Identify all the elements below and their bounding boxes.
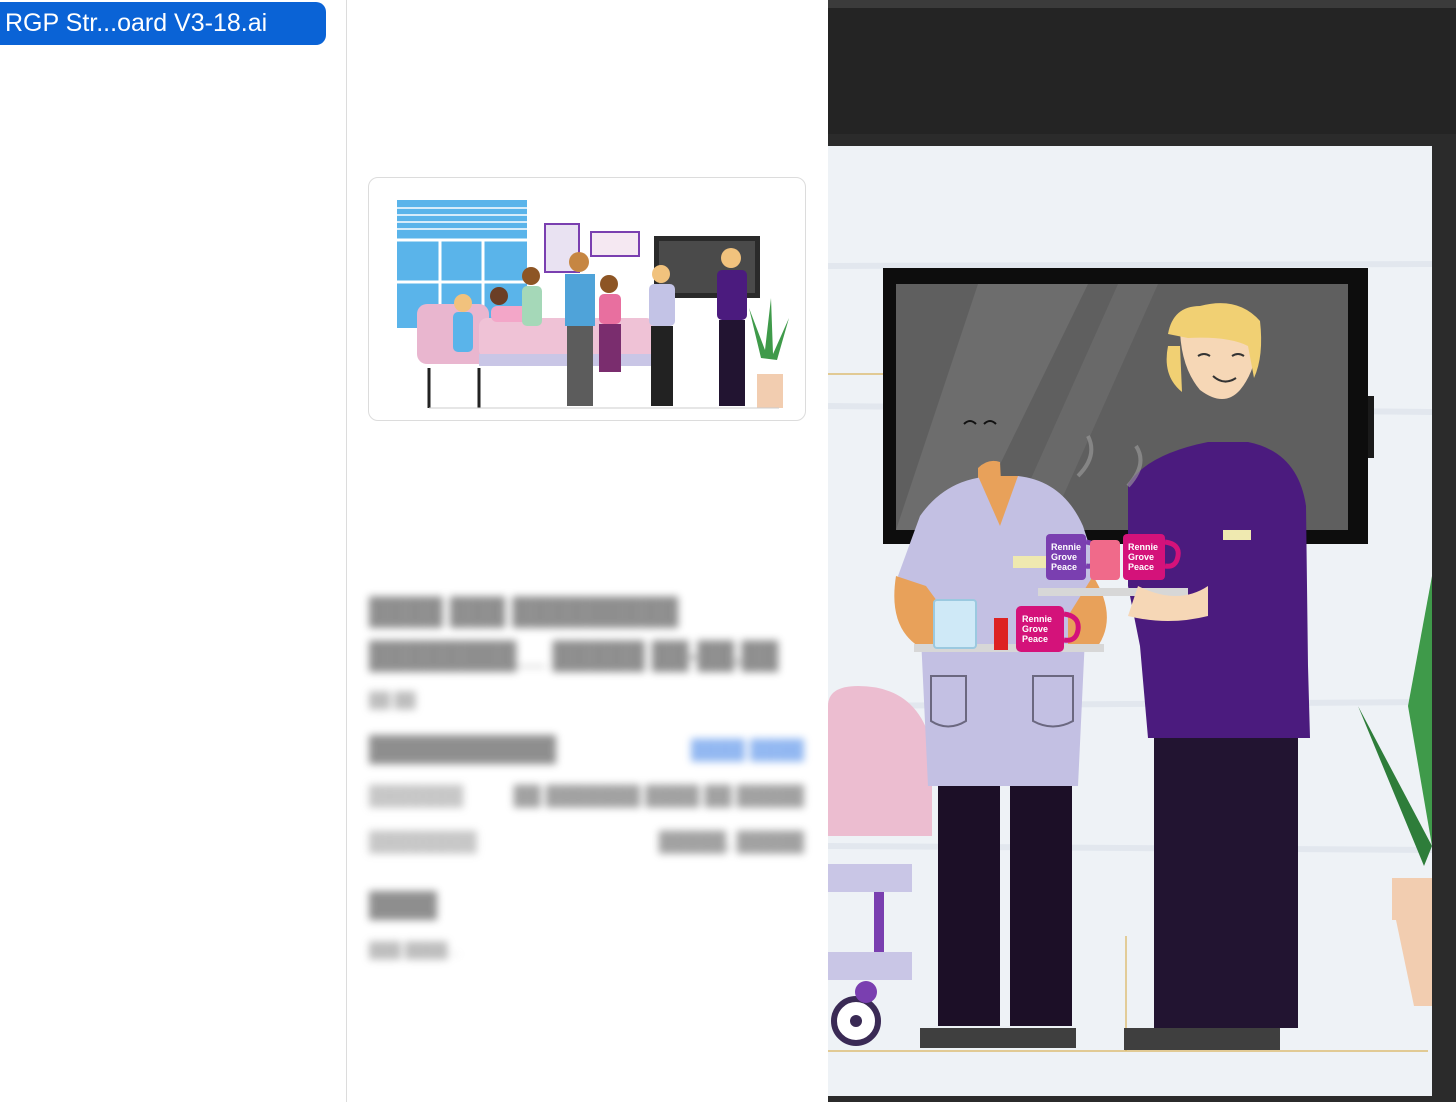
svg-text:Peace: Peace: [1128, 562, 1154, 572]
svg-text:Grove: Grove: [1051, 552, 1077, 562]
svg-text:Rennie: Rennie: [1128, 542, 1158, 552]
selected-file-name: RGP Str...oard V3-18.ai: [5, 9, 268, 37]
svg-text:Peace: Peace: [1022, 634, 1048, 644]
svg-text:Peace: Peace: [1051, 562, 1077, 572]
info-tags-heading: ████: [369, 892, 438, 919]
finder-file-list: RGP Str...oard V3-18.ai: [0, 0, 346, 1102]
svg-text:Grove: Grove: [1128, 552, 1154, 562]
info-add-tags[interactable]: ███ ████...: [369, 942, 460, 959]
info-created-label: ███████: [369, 786, 464, 807]
svg-text:Rennie: Rennie: [1051, 542, 1081, 552]
info-file-title: ████ ███ █████████: [369, 596, 679, 626]
info-modified-label: ████████: [369, 832, 477, 853]
preview-pane: ████ ███ █████████ ████████__ █████ ██-█…: [347, 0, 828, 1102]
file-info-section-blurred: ████ ███ █████████ ████████__ █████ ██-█…: [347, 560, 828, 1040]
info-modified-value: █████, █████: [658, 832, 804, 853]
svg-text:Grove: Grove: [1022, 624, 1048, 634]
info-created-value: ██ ███████ ████ ██ █████: [513, 786, 804, 807]
info-section-heading: ███████████: [369, 736, 557, 763]
svg-text:Rennie: Rennie: [1022, 614, 1052, 624]
illustrator-window: Rennie Grove Peace Rennie Grove Peace Re…: [828, 0, 1456, 1102]
info-show-more-link[interactable]: ████ ████: [691, 740, 804, 762]
artboard-canvas[interactable]: Rennie Grove Peace Rennie Grove Peace Re…: [828, 146, 1432, 1096]
selected-file-row[interactable]: RGP Str...oard V3-18.ai: [0, 2, 326, 45]
file-preview-thumbnail[interactable]: [368, 177, 806, 421]
thumbnail-illustration: [397, 200, 789, 409]
info-file-title-line2: ████████__ █████ ██-██.██: [369, 640, 779, 670]
info-file-size: ██ ██: [369, 692, 416, 709]
app-title-bar: [828, 0, 1456, 8]
artboard-illustration: Rennie Grove Peace Rennie Grove Peace Re…: [828, 261, 1432, 1052]
app-control-bar: [828, 8, 1456, 134]
